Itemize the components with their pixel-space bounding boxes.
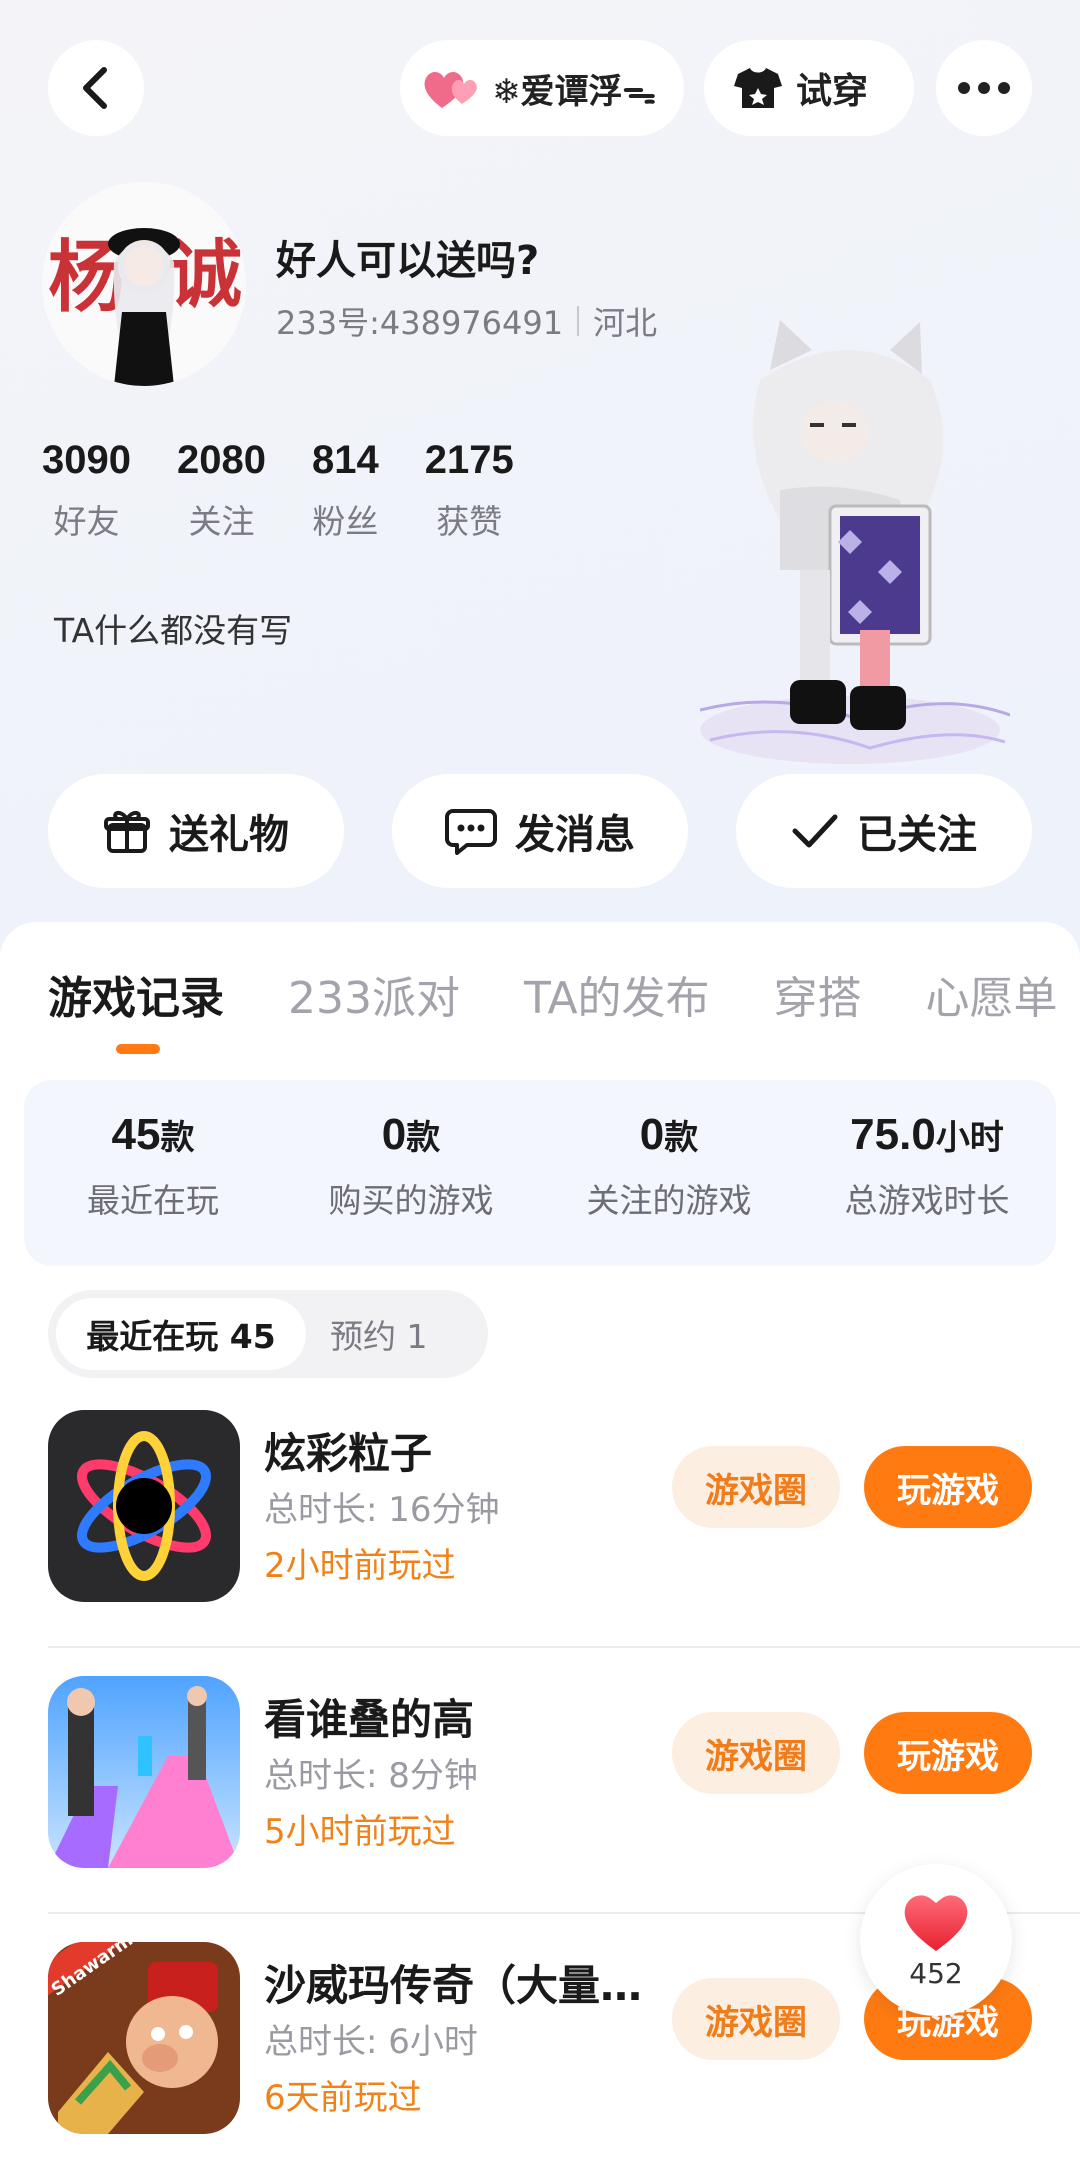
game-title: 看谁叠的高	[264, 1695, 475, 1744]
gift-icon	[104, 811, 150, 853]
game-last-played: 6天前玩过	[264, 2078, 422, 2118]
game-icon-shawarma: Shawarma	[48, 1942, 240, 2134]
tab-game-records[interactable]: 游戏记录	[48, 962, 224, 1026]
like-fab[interactable]: 452	[860, 1864, 1012, 2016]
list-item[interactable]: 炫彩粒子 总时长: 16分钟 2小时前玩过 游戏圈 玩游戏	[0, 1382, 1080, 1648]
chevron-left-icon	[83, 67, 107, 109]
love-badge-pill[interactable]: ❄爱谭浮ᯓ	[400, 40, 684, 136]
tab-indicator	[116, 1044, 160, 1054]
avatar-3d-figure[interactable]	[699, 310, 1011, 780]
tab-posts[interactable]: TA的发布	[524, 962, 710, 1026]
game-circle-button[interactable]: 游戏圈	[672, 1978, 840, 2060]
love-badge-text: ❄爱谭浮ᯓ	[492, 71, 657, 112]
tab-wishlist[interactable]: 心愿单	[926, 962, 1058, 1026]
game-icon-stack	[48, 1676, 240, 1868]
uid-text: 233号:438976491	[276, 304, 564, 342]
uid-row: 233号:438976491 河北	[276, 298, 657, 344]
more-dots-icon	[958, 82, 970, 94]
bio-text: TA什么都没有写	[54, 611, 293, 650]
send-message-label: 发消息	[515, 812, 635, 858]
tab-233-party[interactable]: 233派对	[288, 962, 460, 1026]
character-illustration	[699, 320, 1011, 764]
divider	[577, 306, 580, 336]
username: 好人可以送吗?	[276, 238, 540, 284]
stat-likes[interactable]: 2175 获赞	[425, 438, 514, 543]
tab-outfits[interactable]: 穿搭	[774, 962, 862, 1026]
stat-following[interactable]: 2080 关注	[177, 438, 266, 543]
game-summary-card: 45款 最近在玩 0款 购买的游戏 0款 关注的游戏 75.0小时 总游戏时长	[24, 1080, 1056, 1266]
game-duration: 总时长: 16分钟	[264, 1490, 500, 1530]
segment-recent-playing[interactable]: 最近在玩 45	[56, 1298, 306, 1370]
segment-reserved[interactable]: 预约 1	[330, 1298, 428, 1370]
send-message-button[interactable]: 发消息	[392, 774, 688, 888]
stat-fans[interactable]: 814 粉丝	[312, 438, 379, 543]
back-button[interactable]	[48, 40, 144, 136]
avatar-image: 杨 诚	[42, 182, 246, 386]
hearts-icon	[424, 72, 477, 108]
region-text: 河北	[593, 304, 658, 342]
followed-button[interactable]: 已关注	[736, 774, 1032, 888]
game-last-played: 5小时前玩过	[264, 1812, 456, 1852]
checkmark-icon	[792, 814, 838, 848]
chat-bubble-icon	[445, 809, 497, 855]
try-on-button[interactable]: 试穿	[704, 40, 914, 136]
stats-row: 3090 好友 2080 关注 814 粉丝 2175 获赞	[42, 438, 560, 543]
game-circle-button[interactable]: 游戏圈	[672, 1712, 840, 1794]
game-duration: 总时长: 8分钟	[264, 1756, 478, 1796]
stat-friends[interactable]: 3090 好友	[42, 438, 131, 543]
summary-total-time: 75.0小时 总游戏时长	[844, 1110, 1010, 1220]
send-gift-label: 送礼物	[169, 812, 289, 858]
summary-purchased: 0款 购买的游戏	[328, 1110, 494, 1220]
more-button[interactable]	[936, 40, 1032, 136]
like-count: 452	[909, 1956, 963, 1990]
try-on-label: 试穿	[796, 71, 869, 112]
tshirt-icon	[734, 68, 782, 108]
send-gift-button[interactable]: 送礼物	[48, 774, 344, 888]
game-icon-particles	[48, 1410, 240, 1602]
game-title: 沙威玛传奇（大量…	[264, 1961, 643, 2010]
play-game-button[interactable]: 玩游戏	[864, 1712, 1032, 1794]
game-circle-button[interactable]: 游戏圈	[672, 1446, 840, 1528]
game-duration: 总时长: 6小时	[264, 2022, 478, 2062]
play-game-button[interactable]: 玩游戏	[864, 1446, 1032, 1528]
heart-icon	[904, 1894, 968, 1951]
summary-followed-games: 0款 关注的游戏	[586, 1110, 752, 1220]
followed-label: 已关注	[857, 812, 977, 858]
avatar[interactable]: 杨 诚	[42, 182, 246, 386]
tab-bar: 游戏记录 233派对 TA的发布 穿搭 心愿单	[48, 962, 1080, 1026]
game-title: 炫彩粒子	[264, 1429, 433, 1478]
game-last-played: 2小时前玩过	[264, 1546, 456, 1586]
summary-recent: 45款 最近在玩	[87, 1110, 219, 1220]
